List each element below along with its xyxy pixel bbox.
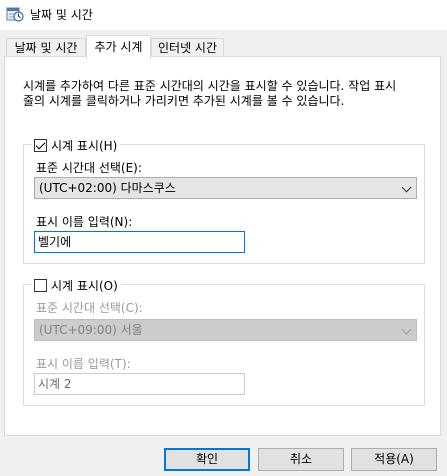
clock-calendar-icon bbox=[6, 7, 24, 22]
ok-button[interactable]: 확인 bbox=[164, 448, 250, 471]
description-line: 시계를 추가하여 다른 표준 시간대의 시간을 표시할 수 있습니다. 작업 표… bbox=[23, 79, 397, 93]
clock1-checkbox[interactable] bbox=[34, 138, 47, 152]
tab-internet-time[interactable]: 인터넷 시간 bbox=[151, 38, 224, 58]
clock1-name-label: 표시 이름 입력(N): bbox=[36, 215, 133, 229]
clock2-show-label: 시계 표시(O) bbox=[51, 278, 118, 293]
clock2-show-toggle[interactable]: 시계 표시(O) bbox=[32, 276, 121, 294]
chevron-down-icon bbox=[401, 324, 412, 335]
tab-date-time[interactable]: 날짜 및 시간 bbox=[6, 38, 86, 58]
clock1-timezone-label: 표준 시간대 선택(E): bbox=[36, 161, 142, 175]
tab-strip: 날짜 및 시간 추가 시계 인터넷 시간 bbox=[0, 30, 447, 59]
clock2-checkbox[interactable] bbox=[34, 278, 47, 292]
clock2-name-label: 표시 이름 입력(T): bbox=[36, 357, 131, 371]
clock1-show-label: 시계 표시(H) bbox=[51, 138, 118, 153]
description-line: 줄의 시계를 클릭하거나 가리키면 추가된 시계를 볼 수 있습니다. bbox=[23, 94, 345, 108]
title-bar: 날짜 및 시간 bbox=[0, 0, 447, 30]
clock2-group: 시계 표시(O) 표준 시간대 선택(C): (UTC+09:00) 서울 표시… bbox=[23, 276, 425, 406]
cancel-button[interactable]: 취소 bbox=[258, 448, 344, 471]
clock1-group: 시계 표시(H) 표준 시간대 선택(E): (UTC+02:00) 다마스쿠스… bbox=[23, 136, 425, 264]
clock2-name-input[interactable]: 시계 2 bbox=[34, 373, 245, 395]
chevron-down-icon bbox=[401, 182, 412, 193]
clock1-timezone-value: (UTC+02:00) 다마스쿠스 bbox=[39, 181, 176, 195]
tab-additional-clocks[interactable]: 추가 시계 bbox=[86, 35, 151, 59]
clock1-name-input[interactable]: 벨기에 bbox=[34, 231, 245, 253]
clock1-show-toggle[interactable]: 시계 표시(H) bbox=[32, 136, 121, 154]
tab-panel: 시계를 추가하여 다른 표준 시간대의 시간을 표시할 수 있습니다. 작업 표… bbox=[4, 56, 441, 436]
clock2-timezone-value: (UTC+09:00) 서울 bbox=[39, 323, 143, 337]
clock2-timezone-label: 표준 시간대 선택(C): bbox=[36, 301, 143, 315]
apply-button[interactable]: 적용(A) bbox=[351, 448, 437, 471]
clock1-timezone-select[interactable]: (UTC+02:00) 다마스쿠스 bbox=[34, 177, 417, 199]
description-text: 시계를 추가하여 다른 표준 시간대의 시간을 표시할 수 있습니다. 작업 표… bbox=[23, 79, 433, 109]
window-title: 날짜 및 시간 bbox=[30, 8, 93, 22]
clock2-timezone-select[interactable]: (UTC+09:00) 서울 bbox=[34, 319, 417, 341]
